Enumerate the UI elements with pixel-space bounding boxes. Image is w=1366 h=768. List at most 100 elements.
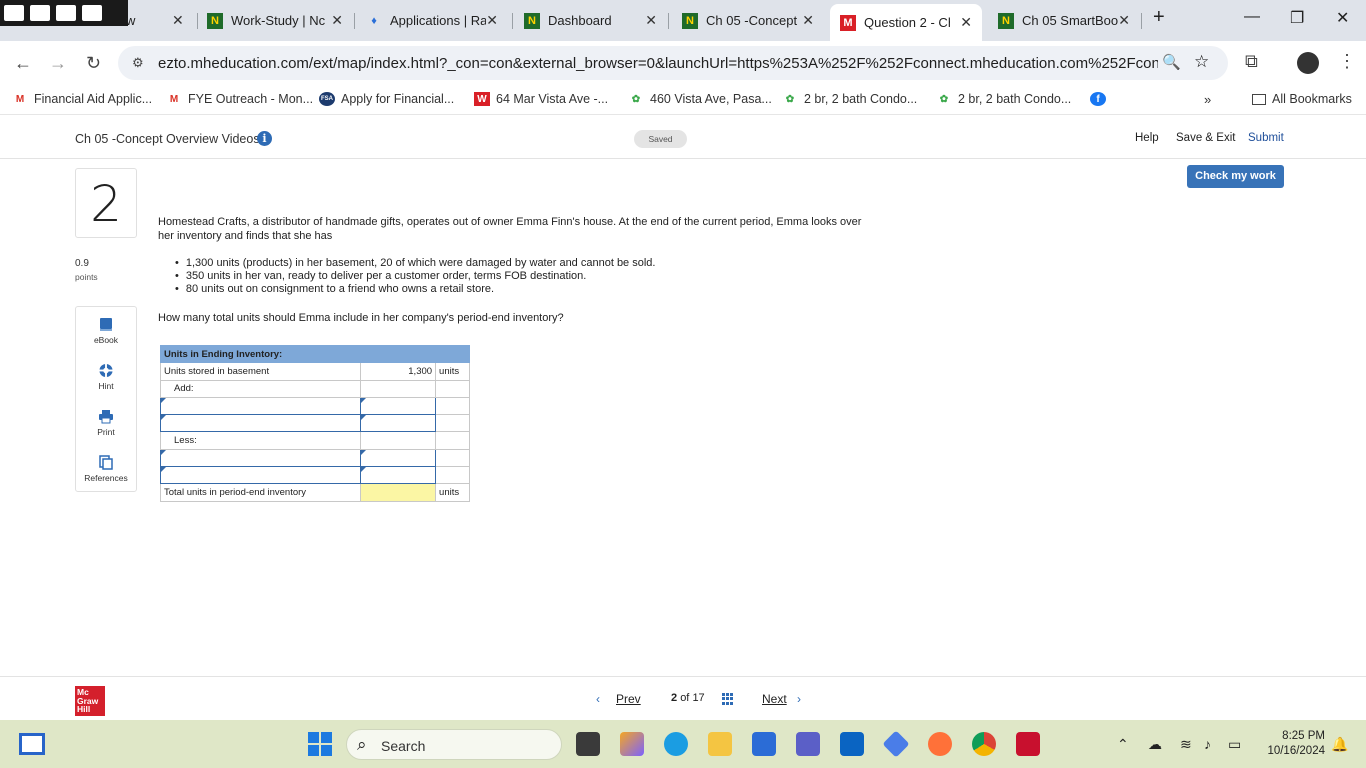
screen-capture-toolbar[interactable]: [0, 0, 128, 26]
reload-icon[interactable]: ↻: [86, 53, 101, 74]
close-tab-icon[interactable]: ✕: [1118, 12, 1130, 29]
less-units-input-1[interactable]: [360, 448, 437, 468]
star-icon[interactable]: ☆: [1194, 52, 1209, 72]
lifebuoy-icon: [98, 363, 114, 378]
printer-icon: [99, 410, 113, 424]
total-label: Total units in period-end inventory: [159, 483, 362, 502]
m-icon: M: [840, 14, 856, 31]
more-bookmarks-icon[interactable]: »: [1204, 92, 1211, 107]
windows-start-icon[interactable]: [308, 732, 332, 756]
add-description-input-1[interactable]: [159, 396, 362, 416]
submit-link[interactable]: Submit: [1248, 132, 1284, 144]
site-settings-icon[interactable]: ⚙: [132, 55, 144, 71]
table-row: [159, 448, 470, 468]
help-link[interactable]: Help: [1135, 132, 1159, 144]
browser-tab[interactable]: N Work-Study | Nc ✕: [207, 6, 343, 35]
browser-tab[interactable]: w ✕: [126, 6, 184, 35]
bookmark[interactable]: M FYE Outreach - Mon...: [166, 92, 313, 106]
close-tab-icon[interactable]: ✕: [331, 12, 343, 29]
ebook-button[interactable]: eBook: [76, 317, 136, 345]
references-button[interactable]: References: [76, 455, 136, 483]
zoom-icon[interactable]: 🔍: [1162, 53, 1181, 71]
browser-tab[interactable]: N Ch 05 SmartBoo ✕: [998, 6, 1130, 35]
chevron-right-icon[interactable]: ›: [797, 692, 801, 706]
browser-toolbar: ← → ↻ ⚙ ezto.mheducation.com/ext/map/ind…: [0, 41, 1366, 85]
chevron-left-icon[interactable]: ‹: [596, 692, 600, 706]
add-description-input-2[interactable]: [159, 414, 362, 433]
avatar[interactable]: [1297, 52, 1319, 74]
forward-arrow-icon[interactable]: →: [49, 53, 67, 74]
widgets-icon[interactable]: [19, 733, 45, 755]
add-units-input-1[interactable]: [360, 396, 437, 416]
hint-button[interactable]: Hint: [76, 363, 136, 391]
edge-icon[interactable]: [664, 732, 688, 756]
bookmark[interactable]: ✿ 2 br, 2 bath Condo...: [782, 92, 917, 106]
browser-tab-active[interactable]: M Question 2 - Ch ✕: [830, 4, 982, 41]
cloud-icon[interactable]: ☁: [1148, 736, 1162, 753]
browser-tab[interactable]: N Dashboard ✕: [524, 6, 657, 35]
copilot-icon[interactable]: [620, 732, 644, 756]
chrome-icon[interactable]: [972, 732, 996, 756]
store-icon[interactable]: [752, 732, 776, 756]
url-text[interactable]: ezto.mheducation.com/ext/map/index.html?…: [158, 55, 1158, 72]
back-arrow-icon[interactable]: ←: [14, 53, 32, 74]
bookmark[interactable]: W 64 Mar Vista Ave -...: [474, 92, 608, 106]
volume-icon[interactable]: ♪: [1204, 736, 1211, 752]
less-description-input-2[interactable]: [159, 466, 362, 485]
extensions-icon[interactable]: ⧉: [1245, 51, 1258, 72]
firefox-icon[interactable]: [928, 732, 952, 756]
wifi-icon[interactable]: ≋: [1180, 736, 1192, 753]
close-tab-icon[interactable]: ✕: [486, 12, 498, 29]
task-view-icon[interactable]: [576, 732, 600, 756]
less-description-input-1[interactable]: [159, 448, 362, 468]
close-tab-icon[interactable]: ✕: [802, 12, 814, 29]
next-button[interactable]: Next: [762, 692, 787, 706]
mcafee-icon[interactable]: [1016, 732, 1040, 756]
taskbar-search[interactable]: ⌕ Search: [346, 729, 562, 760]
bookmarks-bar: M Financial Aid Applic... M FYE Outreach…: [0, 85, 1366, 115]
address-bar[interactable]: ⚙ ezto.mheducation.com/ext/map/index.htm…: [118, 46, 1228, 80]
bookmark[interactable]: f: [1090, 92, 1112, 106]
new-tab-icon[interactable]: +: [1153, 6, 1165, 29]
facebook-icon: f: [1090, 92, 1106, 106]
close-tab-icon[interactable]: ✕: [645, 12, 657, 29]
camera-icon[interactable]: [4, 5, 24, 21]
less-label: Less:: [159, 431, 362, 450]
points-value: 0.9: [75, 258, 89, 269]
question-grid-icon[interactable]: [722, 693, 735, 705]
less-units-input-2[interactable]: [360, 466, 437, 485]
menu-dots-icon[interactable]: ⋮: [1338, 51, 1356, 72]
save-exit-link[interactable]: Save & Exit: [1176, 132, 1235, 144]
add-label: Add:: [159, 379, 362, 398]
print-button[interactable]: Print: [76, 409, 136, 437]
close-tab-icon[interactable]: ✕: [960, 14, 972, 31]
teams-icon[interactable]: [796, 732, 820, 756]
info-icon[interactable]: i: [257, 131, 272, 146]
bookmark[interactable]: ✿ 2 br, 2 bath Condo...: [936, 92, 1071, 106]
window-icon[interactable]: [56, 5, 76, 21]
page-indicator[interactable]: 2 of 17: [671, 692, 705, 704]
bookmark[interactable]: M Financial Aid Applic...: [12, 92, 152, 106]
restore-icon[interactable]: ❐: [1290, 8, 1304, 28]
prev-button[interactable]: Prev: [616, 692, 641, 706]
all-bookmarks[interactable]: All Bookmarks: [1252, 92, 1352, 106]
add-units-input-2[interactable]: [360, 414, 437, 433]
app-icon[interactable]: [882, 730, 910, 758]
close-window-icon[interactable]: ✕: [1336, 8, 1349, 28]
outlook-icon[interactable]: [840, 732, 864, 756]
system-clock[interactable]: 8:25 PM 10/16/2024: [1255, 729, 1325, 759]
notification-bell-icon[interactable]: 🔔: [1331, 736, 1348, 753]
list-item: 80 units out on consignment to a friend …: [175, 283, 655, 296]
file-explorer-icon[interactable]: [708, 732, 732, 756]
battery-icon[interactable]: ▭: [1228, 736, 1241, 753]
chevron-up-icon[interactable]: ⌃: [1117, 736, 1129, 753]
browser-tab[interactable]: ♦ Applications | Ra ✕: [366, 6, 498, 35]
bookmark[interactable]: FSA Apply for Financial...: [319, 92, 454, 106]
bookmark[interactable]: ✿ 460 Vista Ave, Pasa...: [628, 92, 772, 106]
table-row: Units stored in basement 1,300 units: [159, 362, 470, 381]
check-my-work-button[interactable]: Check my work: [1187, 165, 1284, 188]
browser-tab[interactable]: N Ch 05 -Concept ✕: [682, 6, 814, 35]
video-icon[interactable]: [30, 5, 50, 21]
minimize-icon[interactable]: —: [1244, 8, 1260, 26]
gear-icon[interactable]: [82, 5, 102, 21]
